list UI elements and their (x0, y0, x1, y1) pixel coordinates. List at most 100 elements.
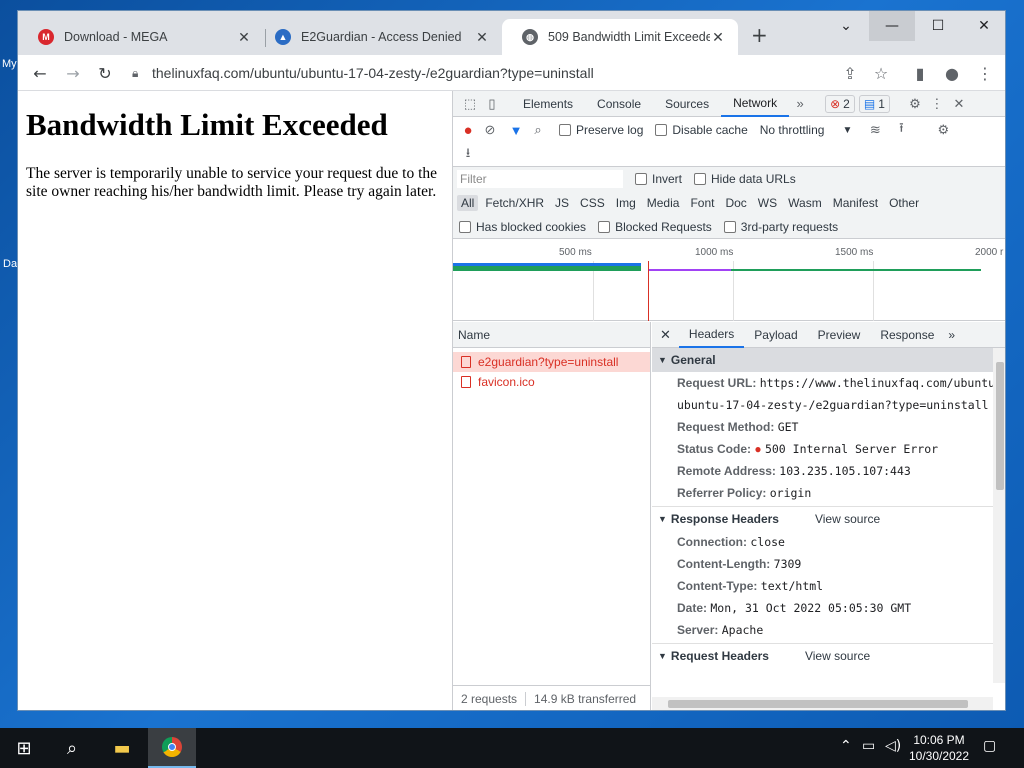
browser-tab-bandwidth[interactable]: ◍ 509 Bandwidth Limit Exceeded ✕ (502, 19, 738, 55)
filter-icon[interactable]: ▼ (505, 119, 527, 141)
minimize-button[interactable]: — (869, 11, 915, 41)
vertical-scrollbar[interactable] (993, 348, 1005, 683)
export-har-icon[interactable]: ⭳ (457, 144, 479, 166)
windows-start-icon[interactable]: ⊞ (0, 728, 48, 768)
url-text[interactable]: thelinuxfaq.com/ubuntu/ubuntu-17-04-zest… (152, 65, 594, 81)
type-media[interactable]: Media (643, 195, 684, 211)
request-row[interactable]: favicon.ico (453, 372, 650, 392)
view-source-link[interactable]: View source (805, 649, 870, 663)
network-icon[interactable]: ▭ (862, 738, 875, 754)
type-all[interactable]: All (457, 195, 479, 211)
network-settings-gear-icon[interactable]: ⚙ (932, 119, 954, 141)
type-font[interactable]: Font (686, 195, 718, 211)
checkbox-box[interactable] (694, 173, 707, 185)
inspect-element-icon[interactable]: ⬚ (459, 93, 481, 115)
blocked-requests-checkbox[interactable]: Blocked Requests (598, 220, 712, 234)
chrome-icon[interactable] (148, 728, 196, 768)
checkbox-box[interactable] (723, 220, 736, 233)
chevron-down-icon[interactable]: ▼ (842, 125, 852, 136)
name-column-header[interactable]: Name (453, 322, 650, 348)
browser-tab-e2guardian[interactable]: ▲ E2Guardian - Access Denied ✕ (255, 19, 502, 55)
file-explorer-icon[interactable]: ▬ (98, 728, 146, 768)
bookmark-star-icon[interactable]: ☆ (869, 61, 893, 85)
errors-badge[interactable]: ⊗ 2 (825, 94, 855, 113)
more-tabs-icon[interactable]: » (789, 93, 811, 115)
reload-icon[interactable]: ↻ (93, 61, 117, 85)
maximize-button[interactable]: ☐ (915, 11, 961, 41)
type-css[interactable]: CSS (576, 195, 609, 211)
taskbar-clock[interactable]: 10:06 PM 10/30/2022 (906, 732, 972, 764)
address-bar[interactable]: 🔒︎ thelinuxfaq.com/ubuntu/ubuntu-17-04-z… (128, 59, 898, 87)
throttling-select[interactable]: No throttling (760, 123, 825, 137)
close-icon[interactable]: ✕ (710, 29, 726, 46)
forward-arrow-icon[interactable]: → (61, 61, 85, 85)
tab-console[interactable]: Console (585, 91, 653, 117)
lock-icon[interactable]: 🔒︎ (132, 66, 152, 81)
desktop-icon-label[interactable]: Da (3, 258, 17, 270)
notifications-icon[interactable]: ▢ (983, 738, 996, 754)
back-arrow-icon[interactable]: ← (28, 61, 52, 85)
has-blocked-cookies-checkbox[interactable]: Has blocked cookies (459, 220, 586, 234)
close-icon[interactable]: ✕ (474, 29, 490, 46)
profile-avatar-icon[interactable]: ● (940, 61, 964, 85)
third-party-checkbox[interactable]: 3rd-party requests (723, 220, 838, 234)
network-conditions-icon[interactable]: ≋ (864, 119, 886, 141)
volume-icon[interactable]: ◁) (885, 738, 901, 754)
hide-data-urls-checkbox[interactable]: Hide data URLs (694, 172, 796, 186)
request-headers-section-header[interactable]: ▼ Request Headers View source (652, 644, 993, 668)
scrollbar-thumb[interactable] (668, 700, 968, 708)
preserve-log-checkbox[interactable]: Preserve log (559, 123, 643, 137)
messages-badge[interactable]: ▤ 1 (858, 94, 890, 113)
network-overview-timeline[interactable]: 500 ms 1000 ms 1500 ms 2000 r (453, 239, 1005, 321)
desktop-icon-label[interactable]: My (2, 58, 17, 70)
checkbox-box[interactable] (635, 173, 647, 185)
type-ws[interactable]: WS (754, 195, 781, 211)
type-img[interactable]: Img (612, 195, 640, 211)
tab-search-icon[interactable]: ⌄ (823, 11, 869, 41)
tab-response[interactable]: Response (870, 322, 944, 348)
share-icon[interactable]: ⇪ (838, 61, 862, 85)
search-icon[interactable]: ⌕ (48, 728, 96, 768)
clear-icon[interactable]: ⊘ (479, 119, 501, 141)
invert-checkbox[interactable]: Invert (635, 172, 682, 186)
device-toolbar-icon[interactable]: ▯ (481, 93, 503, 115)
type-doc[interactable]: Doc (721, 195, 750, 211)
checkbox-box[interactable] (559, 124, 571, 136)
close-icon[interactable]: ✕ (236, 29, 252, 46)
checkbox-box[interactable] (598, 220, 611, 233)
request-row[interactable]: e2guardian?type=uninstall (453, 352, 650, 372)
type-manifest[interactable]: Manifest (829, 195, 882, 211)
search-icon[interactable]: ⌕ (527, 119, 549, 141)
scrollbar-thumb[interactable] (996, 362, 1004, 490)
tab-sources[interactable]: Sources (653, 91, 721, 117)
checkbox-box[interactable] (459, 220, 471, 233)
side-panel-icon[interactable]: ▮ (908, 61, 932, 85)
browser-tab-mega[interactable]: M Download - MEGA ✕ (18, 19, 264, 55)
tab-elements[interactable]: Elements (511, 91, 585, 117)
more-options-icon[interactable]: ⋮ (926, 93, 948, 115)
type-fetch-xhr[interactable]: Fetch/XHR (481, 195, 548, 211)
response-headers-section-header[interactable]: ▼ Response Headers View source (652, 507, 993, 531)
tab-headers[interactable]: Headers (678, 322, 745, 348)
horizontal-scrollbar[interactable] (652, 697, 993, 710)
tab-payload[interactable]: Payload (744, 322, 807, 348)
checkbox-box[interactable] (655, 124, 668, 136)
tab-network[interactable]: Network (721, 91, 790, 117)
settings-gear-icon[interactable]: ⚙ (904, 93, 926, 115)
more-tabs-icon[interactable]: » (944, 328, 959, 342)
view-source-link[interactable]: View source (815, 512, 880, 526)
close-detail-icon[interactable]: ✕ (652, 327, 679, 343)
type-other[interactable]: Other (885, 195, 923, 211)
chevron-up-icon[interactable]: ⌃ (840, 738, 852, 754)
filter-input[interactable]: Filter (457, 170, 623, 188)
disable-cache-checkbox[interactable]: Disable cache (655, 123, 748, 137)
menu-dots-icon[interactable]: ⋮ (973, 61, 997, 85)
type-js[interactable]: JS (551, 195, 573, 211)
close-devtools-icon[interactable]: ✕ (948, 93, 970, 115)
tab-preview[interactable]: Preview (808, 322, 871, 348)
general-section-header[interactable]: ▼ General (652, 348, 993, 372)
close-window-button[interactable]: ✕ (961, 11, 1005, 41)
type-wasm[interactable]: Wasm (784, 195, 826, 211)
new-tab-button[interactable]: + (751, 25, 768, 45)
import-har-icon[interactable]: ⭱ (890, 119, 912, 141)
